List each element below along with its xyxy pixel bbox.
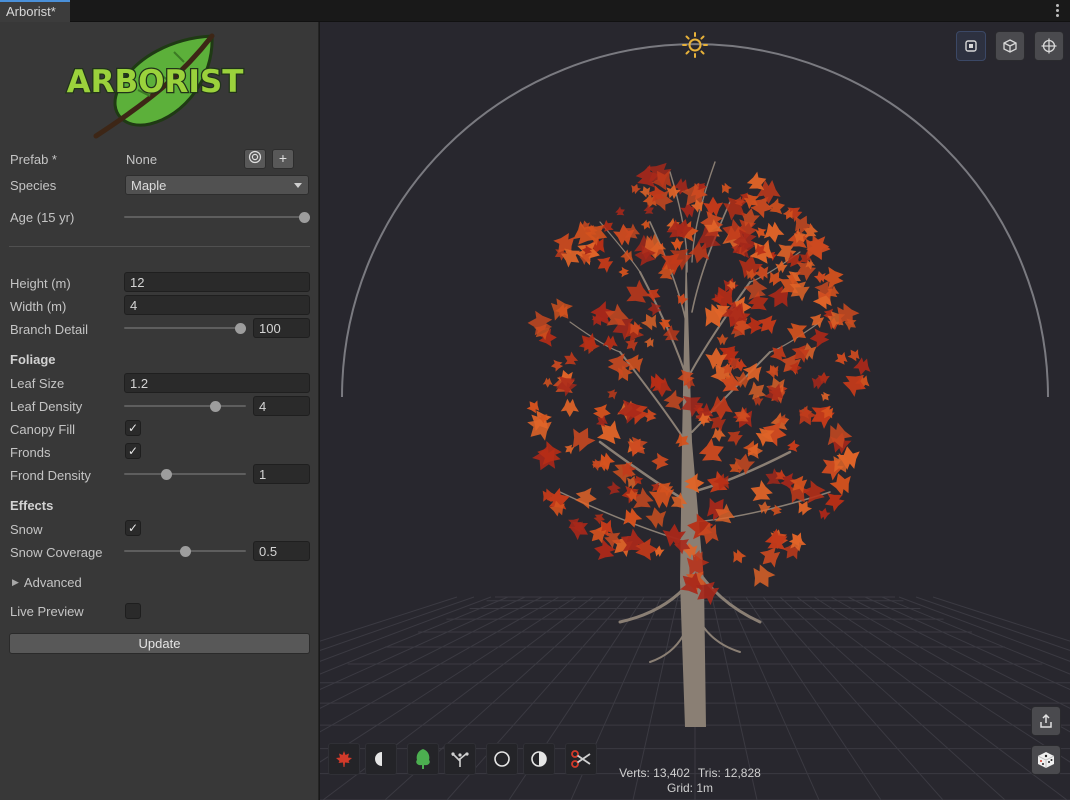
snow-coverage-slider[interactable]: [124, 541, 246, 561]
live-preview-row: Live Preview: [10, 601, 310, 621]
plus-icon: +: [278, 150, 288, 166]
prefab-add-button[interactable]: +: [272, 149, 294, 169]
tab-arborist[interactable]: Arborist*: [0, 0, 70, 23]
crosshair-icon: [1041, 38, 1057, 54]
age-slider[interactable]: [124, 207, 310, 227]
inspector-panel: ARBORIST Prefab * None + Species Maple A…: [0, 22, 319, 800]
sky-dome-arc: [341, 43, 1049, 398]
fronds-checkbox[interactable]: ✓: [125, 443, 141, 459]
verts-count: Verts: 13,402: [619, 766, 690, 780]
prefab-label: Prefab *: [10, 151, 57, 167]
tab-bar: Arborist*: [0, 0, 1070, 23]
advanced-label: Advanced: [23, 574, 82, 590]
prune-tool-button[interactable]: [565, 743, 597, 775]
night-mode-button[interactable]: [365, 743, 397, 775]
snow-label: Snow: [10, 521, 43, 537]
half-moon-icon: [375, 752, 382, 766]
update-button[interactable]: Update: [9, 633, 310, 654]
wireframe-button[interactable]: [486, 743, 518, 775]
prefab-picker-button[interactable]: [244, 149, 266, 169]
advanced-foldout[interactable]: ▶ Advanced: [12, 572, 312, 592]
dice-icon: [1037, 752, 1055, 768]
branch-icon: [451, 752, 469, 767]
divider: [9, 246, 310, 247]
prefab-value[interactable]: None: [126, 152, 157, 167]
height-label: Height (m): [10, 275, 71, 291]
branch-detail-field[interactable]: 100: [253, 318, 310, 338]
frame-icon: [965, 40, 977, 52]
slider-knob[interactable]: [209, 401, 221, 412]
half-circle-icon: [531, 751, 547, 767]
chevron-down-icon: [294, 183, 302, 188]
logo-text: ARBORIST: [67, 64, 244, 100]
slider-knob[interactable]: [235, 323, 246, 334]
fronds-row: Fronds: [10, 442, 310, 462]
scene-stats: Verts: 13,402 Tris: 12,828 Grid: 1m: [600, 766, 780, 796]
canopy-fill-row: Canopy Fill: [10, 419, 310, 439]
leaf-density-slider[interactable]: [124, 396, 246, 416]
cube-icon: [1003, 39, 1017, 53]
more-options-icon[interactable]: [1054, 2, 1060, 19]
frond-density-field[interactable]: 1: [253, 464, 310, 484]
scene-viewport[interactable]: Verts: 13,402 Tris: 12,828 Grid: 1m: [320, 22, 1070, 800]
export-icon: [1040, 713, 1052, 728]
snow-coverage-field[interactable]: 0.5: [253, 541, 310, 561]
leaf-size-label: Leaf Size: [10, 375, 65, 391]
slider-knob[interactable]: [299, 212, 310, 223]
tree-tool-button[interactable]: [407, 743, 439, 775]
live-preview-label: Live Preview: [10, 603, 84, 619]
arborist-logo: ARBORIST: [64, 32, 246, 140]
snow-row: Snow: [10, 519, 310, 539]
tris-count: Tris: 12,828: [697, 766, 761, 780]
leaf-size-field[interactable]: 1.2: [124, 373, 310, 393]
tree-icon: [416, 749, 430, 769]
triangle-right-icon: ▶: [12, 576, 19, 587]
center-view-button[interactable]: [1034, 31, 1064, 61]
maple-tree[interactable]: [522, 156, 873, 727]
species-value: Maple: [131, 178, 167, 193]
slider-knob[interactable]: [180, 546, 191, 557]
species-dropdown[interactable]: Maple: [125, 175, 309, 195]
frame-view-button[interactable]: [956, 31, 986, 61]
leaf-density-field[interactable]: 4: [253, 396, 310, 416]
circle-icon: [494, 751, 510, 767]
viewport-toolbar: [328, 743, 602, 777]
age-label: Age (15 yr): [10, 209, 75, 225]
slider-knob[interactable]: [161, 469, 173, 480]
canopy-fill-label: Canopy Fill: [10, 421, 76, 437]
grid-size: Grid: 1m: [666, 781, 713, 795]
leaf-tool-button[interactable]: [328, 743, 360, 775]
effects-heading: Effects: [10, 498, 54, 513]
maple-leaf-icon: [336, 751, 352, 767]
scissors-icon: [571, 750, 591, 768]
frond-density-label: Frond Density: [10, 467, 91, 483]
frond-density-slider[interactable]: [124, 464, 246, 484]
width-label: Width (m): [10, 298, 67, 314]
snow-checkbox[interactable]: ✓: [125, 520, 141, 536]
randomize-button[interactable]: [1031, 745, 1061, 775]
leaf-density-label: Leaf Density: [10, 398, 83, 414]
scene-canvas[interactable]: [320, 22, 1070, 800]
fronds-label: Fronds: [10, 444, 51, 460]
export-button[interactable]: [1031, 706, 1061, 736]
branch-detail-label: Branch Detail: [10, 321, 89, 337]
target-icon: [248, 150, 262, 164]
shading-button[interactable]: [523, 743, 555, 775]
height-field[interactable]: 12: [124, 272, 310, 292]
foliage-heading: Foliage: [10, 352, 56, 367]
branch-tool-button[interactable]: [444, 743, 476, 775]
cube-view-button[interactable]: [995, 31, 1025, 61]
species-label: Species: [10, 177, 57, 193]
snow-coverage-label: Snow Coverage: [10, 544, 103, 560]
live-preview-checkbox[interactable]: [125, 603, 141, 619]
width-field[interactable]: 4: [124, 295, 310, 315]
canopy-fill-checkbox[interactable]: ✓: [125, 420, 141, 436]
branch-detail-slider[interactable]: [124, 318, 246, 338]
